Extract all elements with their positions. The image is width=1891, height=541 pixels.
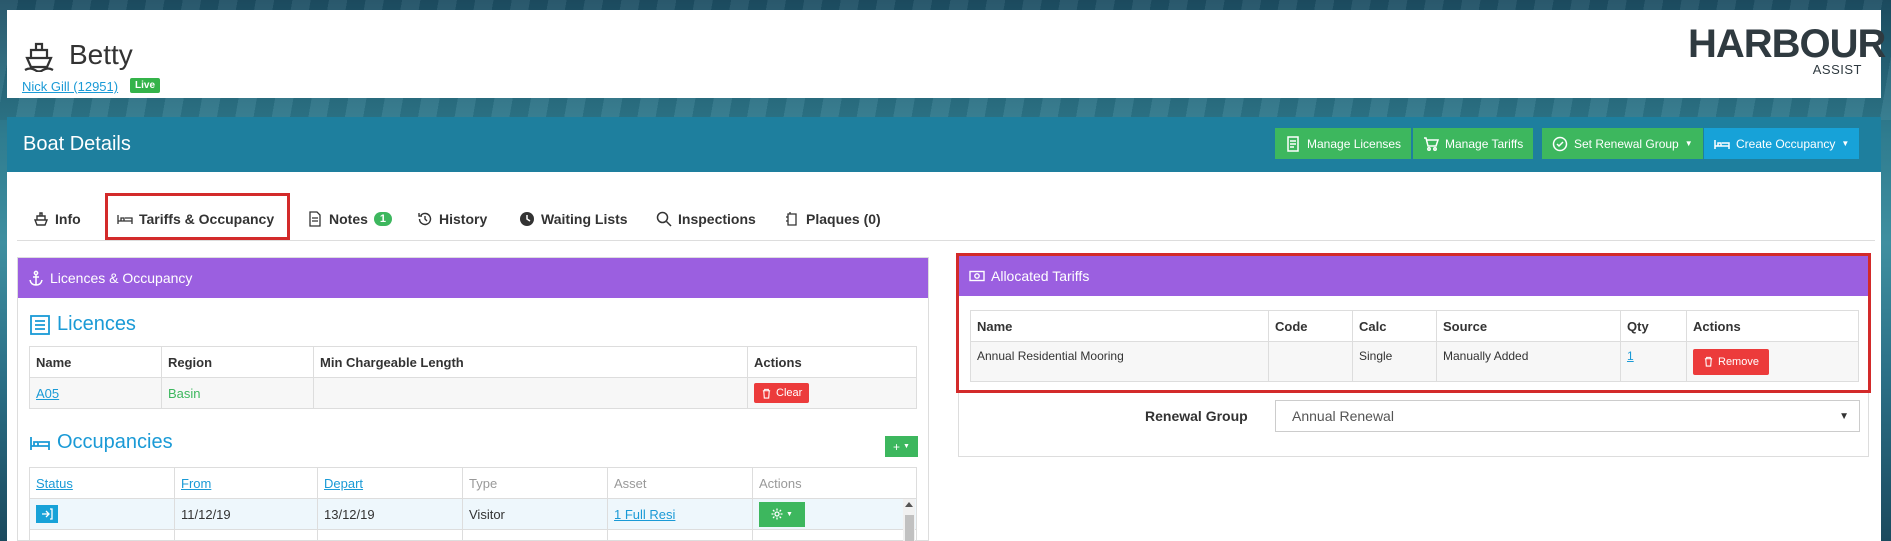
licences-header-row: Name Region Min Chargeable Length Action… [29,346,917,378]
table-row [29,529,917,541]
active-tab-highlight [105,193,290,240]
harbour-assist-logo: HARBOUR ASSIST [1688,22,1886,77]
licences-col-region: Region [161,346,314,378]
licences-section-title: Licences [29,313,136,336]
licences-col-name: Name [29,346,162,378]
occupancy-from: 11/12/19 [174,498,318,530]
licences-table: Name Region Min Chargeable Length Action… [29,346,917,409]
search-icon [656,211,672,227]
tariffs-highlight [956,253,1871,393]
manage-tariffs-button[interactable]: Manage Tariffs [1413,128,1534,159]
occupancies-col-actions: Actions [752,467,917,499]
renewal-group-select[interactable]: Annual Renewal ▼ [1275,400,1860,432]
ship-icon [33,211,49,226]
owner-link[interactable]: Nick Gill (12951) [22,79,118,94]
tab-notes[interactable]: Notes 1 [307,196,393,241]
ship-icon [24,42,54,72]
scrollbar-thumb[interactable] [905,515,914,541]
occupancy-depart [317,529,463,541]
set-renewal-group-button[interactable]: Set Renewal Group ▼ [1542,128,1703,159]
manage-licenses-label: Manage Licenses [1307,136,1402,151]
occupancies-title: Occupancies [57,431,173,453]
tab-history[interactable]: History [417,196,487,241]
page-title: Boat Details [23,133,131,155]
license-icon [1287,135,1299,152]
licences-col-min-length: Min Chargeable Length [313,346,748,378]
licence-link[interactable]: A05 [36,386,59,401]
add-occupancy-button[interactable]: + ▼ [885,436,918,457]
manage-licenses-button[interactable]: Manage Licenses [1275,128,1412,159]
history-icon [418,212,432,225]
trash-icon [762,388,771,399]
tab-history-label: History [439,210,488,227]
occupancies-section-title: Occupancies [29,431,173,454]
licences-occupancy-header: Licences & Occupancy [18,258,928,298]
chevron-down-icon: ▼ [903,443,910,450]
chevron-down-icon: ▼ [786,510,793,518]
tab-plaques-label: Plaques (0) [806,210,881,227]
bed-icon [30,436,50,450]
sort-depart-link[interactable]: Depart [324,476,363,491]
boat-name: Betty [69,39,133,70]
occupancy-asset-link[interactable]: 1 Full Resi [614,507,675,522]
plus-icon: + [893,439,901,454]
plaques-icon [786,211,797,226]
chevron-down-icon: ▼ [1839,411,1849,422]
table-row: 11/12/19 13/12/19 Visitor 1 Full Resi ▼ [29,498,917,530]
table-row: A05 Basin Clear [29,377,917,409]
anchor-icon [29,270,43,286]
tab-waiting-lists-label: Waiting Lists [541,210,628,227]
notes-count-badge: 1 [373,211,393,226]
document-icon [309,210,321,227]
bed-icon [1714,139,1730,149]
renewal-group-label: Renewal Group [1145,408,1248,424]
chevron-down-icon: ▼ [1684,139,1693,148]
tab-info-label: Info [55,210,81,227]
sort-from-link[interactable]: From [181,476,211,491]
occupancies-col-asset: Asset [607,467,753,499]
boat-summary-card [7,10,1881,98]
licence-min-length [313,377,748,409]
set-renewal-group-label: Set Renewal Group [1574,136,1679,151]
status-badge: Live [130,78,161,93]
occupancy-type [462,529,608,541]
tab-inspections-label: Inspections [678,210,756,227]
occupancies-table: Status From Depart Type Asset Actions 11… [29,467,917,541]
cart-icon [1424,136,1439,151]
chevron-down-icon: ▼ [1841,139,1850,148]
tab-waiting-lists[interactable]: Waiting Lists [519,196,628,241]
licences-occupancy-title: Licences & Occupancy [50,270,193,286]
occupancy-depart: 13/12/19 [317,498,463,530]
clock-icon [520,211,534,226]
licences-title: Licences [57,313,136,335]
occupancy-actions-button[interactable]: ▼ [759,501,805,527]
gear-icon [771,508,783,520]
renewal-group-value: Annual Renewal [1292,408,1394,424]
scroll-up-arrow[interactable] [905,502,913,507]
tab-bar: Info Tariffs & Occupancy Notes 1 History… [17,196,1875,241]
sort-status-link[interactable]: Status [36,476,73,491]
occupancy-from [174,529,318,541]
occupancy-asset [607,529,753,541]
occupancy-type: Visitor [462,498,608,530]
manage-tariffs-label: Manage Tariffs [1445,136,1524,151]
tab-inspections[interactable]: Inspections [656,196,756,241]
occupancies-col-type: Type [462,467,608,499]
create-occupancy-label: Create Occupancy [1736,136,1836,151]
licence-region: Basin [161,377,314,409]
tab-info[interactable]: Info [33,196,81,241]
check-circle-icon [1552,136,1568,151]
tab-notes-label: Notes [329,210,368,227]
clear-label: Clear [776,387,803,399]
licences-col-actions: Actions [747,346,917,378]
occupancies-header-row: Status From Depart Type Asset Actions [29,467,917,499]
clear-button[interactable]: Clear [754,383,810,403]
tab-plaques[interactable]: Plaques (0) [784,196,881,241]
list-icon [30,314,50,335]
status-sign-in-icon[interactable] [36,505,58,523]
create-occupancy-button[interactable]: Create Occupancy ▼ [1704,128,1860,159]
